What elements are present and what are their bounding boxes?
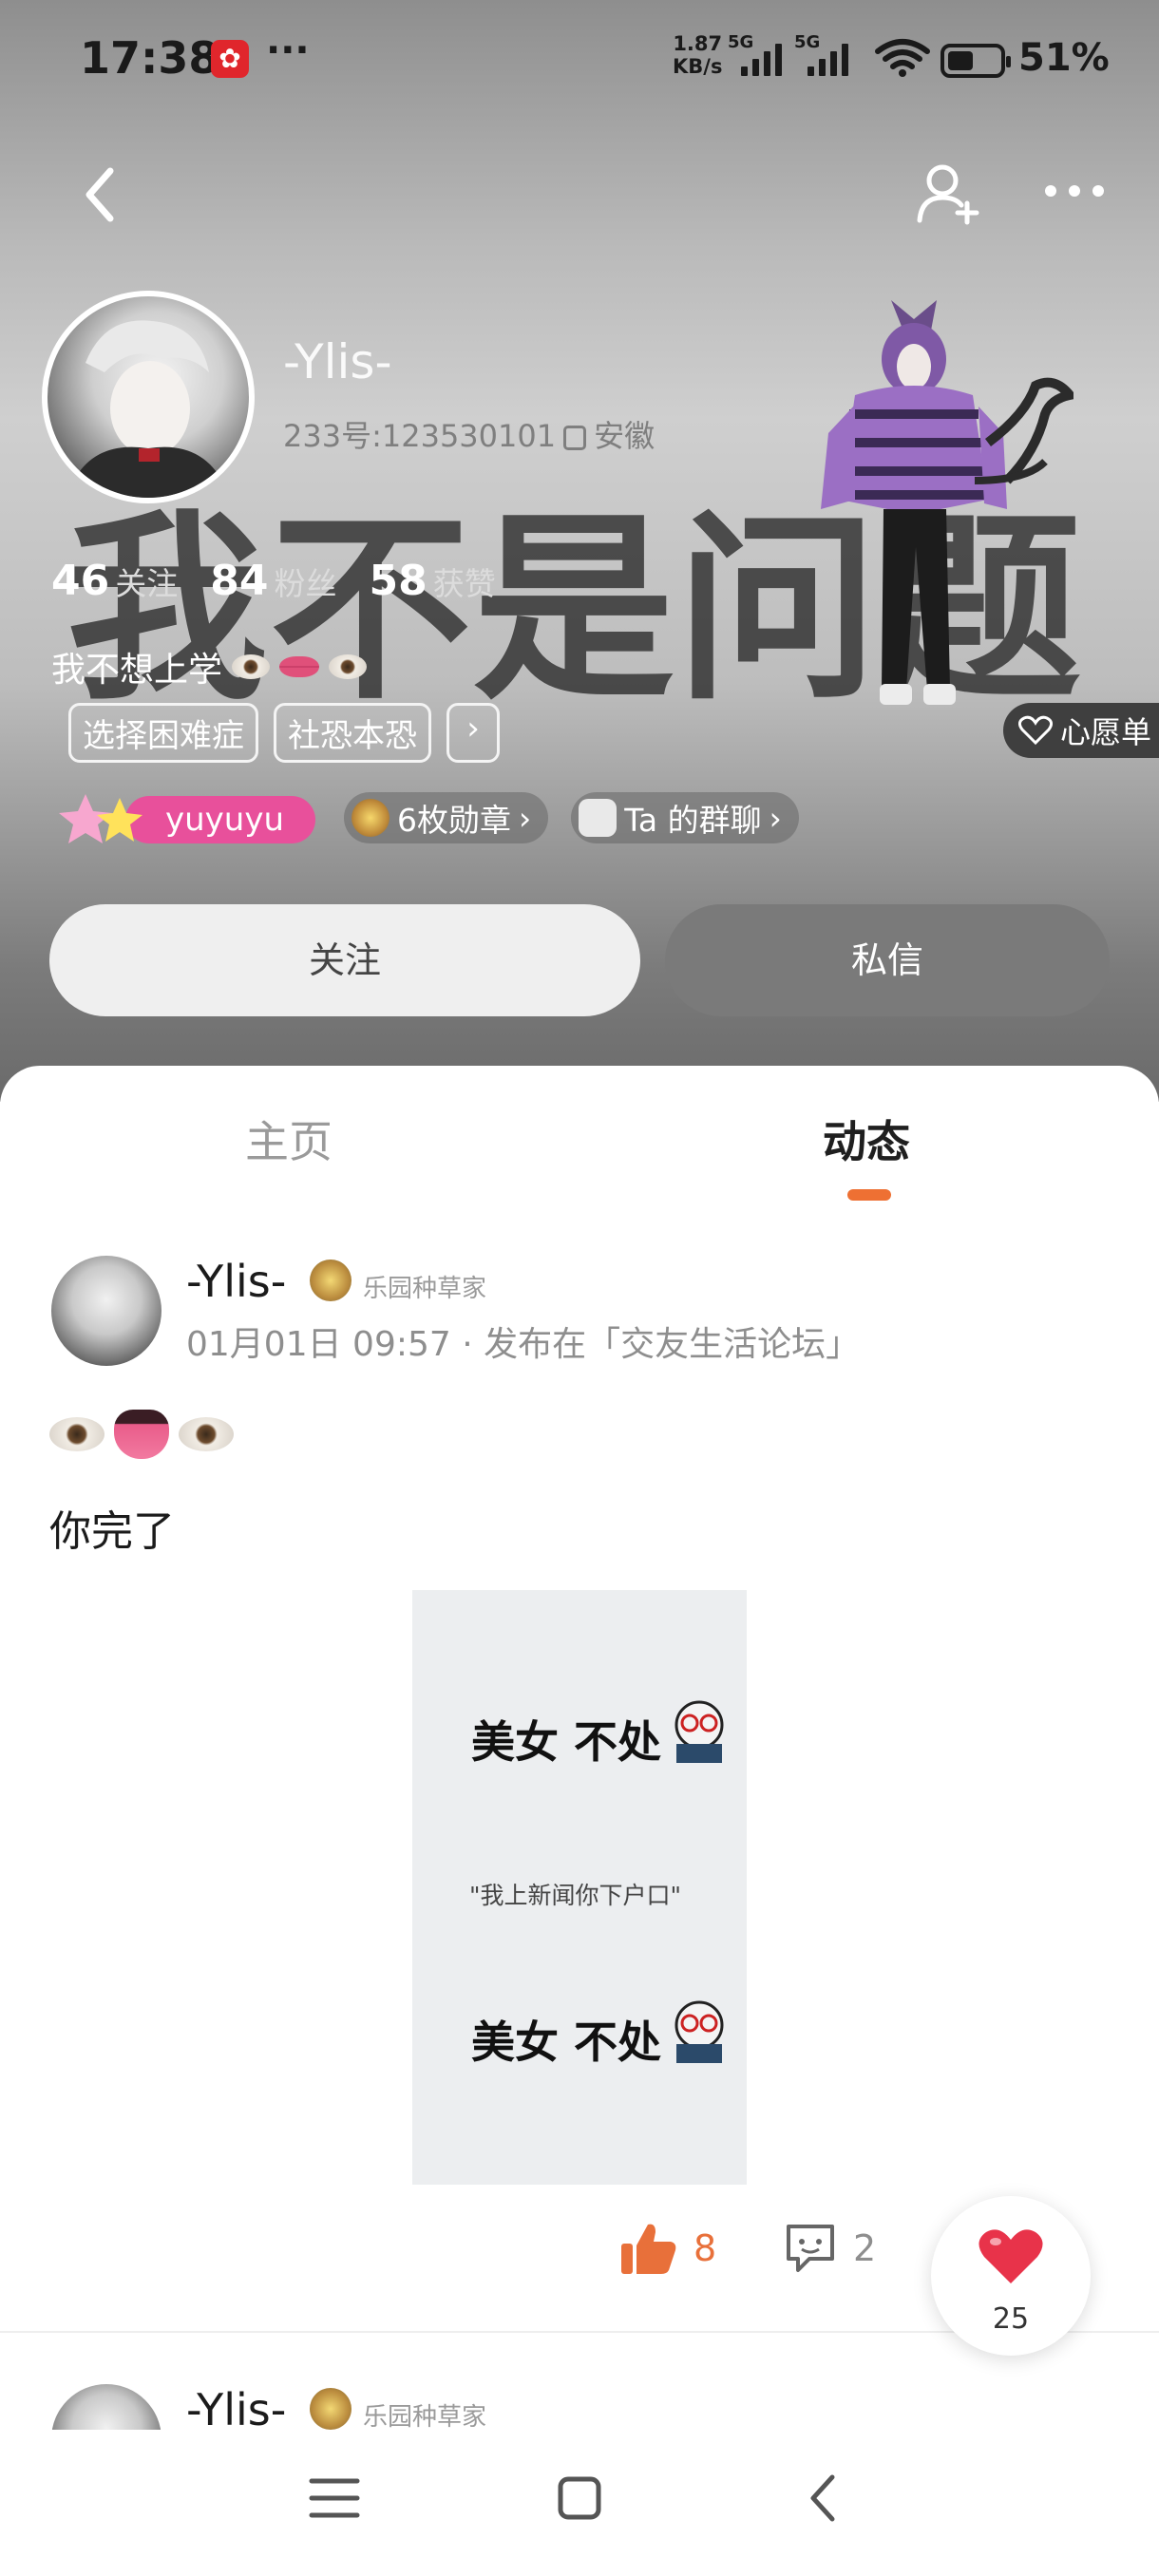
group-chat-label: Ta 的群聊: [624, 802, 762, 839]
post-author-name[interactable]: -Ylis-: [186, 1256, 286, 1307]
medal-icon: [352, 799, 390, 837]
profile-username: -Ylis-: [283, 334, 392, 389]
battery-percent: 51%: [1018, 36, 1110, 80]
wifi-icon: [875, 39, 930, 77]
back-arrow-icon[interactable]: [76, 161, 124, 228]
post-image[interactable]: 美女 不处 "我上新闻你下户口" 美女 不处: [412, 1590, 747, 2185]
profile-avatar[interactable]: [42, 291, 255, 503]
stat-following[interactable]: 46 关注: [51, 557, 178, 605]
heart-outline-icon: [1018, 715, 1053, 746]
more-options-icon[interactable]: [1041, 167, 1108, 215]
profile-stats: 46 关注 84 粉丝 58 获赞: [51, 557, 496, 605]
signal-bars-icon: [808, 44, 848, 76]
tongue-emoji-icon: [114, 1410, 169, 1459]
group-chat-pill[interactable]: Ta 的群聊 ›: [571, 792, 799, 843]
follow-button[interactable]: 关注: [49, 904, 640, 1016]
meme-caption: "我上新闻你下户口": [469, 1882, 681, 1909]
profile-banner: 我不是问题 17:38 ✿ ··· 1.87 KB/s 5G 5G 51% -Y…: [0, 0, 1159, 1102]
thumbs-up-icon: [621, 2224, 676, 2274]
heart-icon: [978, 2229, 1043, 2283]
status-more-dots: ···: [266, 28, 310, 72]
gardener-badge-icon: [310, 1260, 352, 1301]
post-author-badge: 乐园种草家: [363, 2403, 487, 2432]
tab-indicator: [847, 1189, 891, 1201]
add-friend-icon[interactable]: [912, 160, 988, 226]
medals-pill[interactable]: 6枚勋章 ›: [344, 792, 549, 843]
post-meta[interactable]: 01月01日 09:57 · 发布在「交友生活论坛」: [186, 1316, 860, 1366]
tags-expand-button[interactable]: ›: [446, 703, 500, 763]
avatar-character-figure: [821, 300, 1074, 705]
chat-bubble-icon: [579, 799, 618, 837]
chevron-right-icon: ›: [519, 799, 532, 837]
chevron-right-icon: ›: [769, 799, 782, 837]
post-emojis: [49, 1410, 234, 1459]
post-author-badge: 乐园种草家: [363, 1275, 487, 1303]
meme-line-3: 美女 不处: [471, 2017, 662, 2068]
star-badge-icon: [59, 794, 142, 843]
profile-location: 安徽: [594, 418, 656, 454]
comment-button[interactable]: 2: [783, 2221, 876, 2276]
name-badge-label: yuyuyu: [125, 796, 315, 843]
tab-home[interactable]: 主页: [245, 1108, 332, 1170]
app-notification-icon: ✿: [211, 40, 249, 78]
copy-icon[interactable]: [563, 426, 587, 450]
wishlist-label: 心愿单: [1060, 714, 1152, 750]
panda-emoji-icon: [674, 1700, 724, 1763]
meme-line-1: 美女 不处: [471, 1716, 662, 1768]
tab-feed[interactable]: 动态: [823, 1108, 910, 1170]
comment-count: 2: [853, 2227, 877, 2269]
profile-tags: 选择困难症 社恐本恐 ›: [68, 703, 500, 763]
comment-icon: [787, 2225, 834, 2272]
net-speed: 1.87 KB/s: [673, 32, 723, 78]
stat-followers[interactable]: 84 粉丝: [210, 557, 336, 605]
eye-emoji-icon: [49, 1417, 104, 1451]
like-count: 8: [694, 2227, 717, 2269]
status-bar: 17:38 ✿ ··· 1.87 KB/s 5G 5G 51%: [0, 0, 1159, 122]
like-button[interactable]: 8: [619, 2221, 716, 2276]
panda-emoji-icon: [674, 2000, 724, 2063]
profile-pills: yuyuyu 6枚勋章 › Ta 的群聊 ›: [53, 790, 799, 845]
post-author-avatar[interactable]: [51, 1256, 162, 1366]
eye-emoji-icon: [179, 1417, 234, 1451]
eye-emoji-icon: [232, 654, 271, 679]
medals-label: 6枚勋章: [397, 802, 511, 839]
battery-icon: [940, 44, 1011, 78]
favorite-fab-button[interactable]: 25: [931, 2196, 1091, 2356]
stat-likes[interactable]: 58 获赞: [369, 557, 495, 605]
profile-bio: 我不想上学: [51, 642, 368, 691]
bio-text: 我不想上学: [51, 651, 223, 690]
wishlist-button[interactable]: 心愿单: [1003, 703, 1159, 758]
system-nav-bar: [0, 2430, 1159, 2576]
profile-uid: 233号:123530101 安徽: [283, 418, 656, 454]
home-square-icon[interactable]: [542, 2460, 618, 2536]
signal-bars-icon: [741, 44, 782, 76]
favorite-count: 25: [992, 2302, 1030, 2336]
menu-icon[interactable]: [296, 2460, 372, 2536]
name-badge[interactable]: yuyuyu: [53, 790, 321, 845]
message-button[interactable]: 私信: [665, 904, 1110, 1016]
tag-item[interactable]: 社恐本恐: [274, 703, 431, 763]
back-icon[interactable]: [787, 2460, 863, 2536]
post-author-name[interactable]: -Ylis-: [186, 2384, 286, 2435]
eye-emoji-icon: [329, 654, 368, 679]
gardener-badge-icon: [310, 2388, 352, 2430]
status-time: 17:38: [80, 32, 219, 84]
lips-emoji-icon: [279, 656, 320, 677]
tag-item[interactable]: 选择困难症: [68, 703, 258, 763]
post-text: 你完了: [49, 1507, 175, 1556]
